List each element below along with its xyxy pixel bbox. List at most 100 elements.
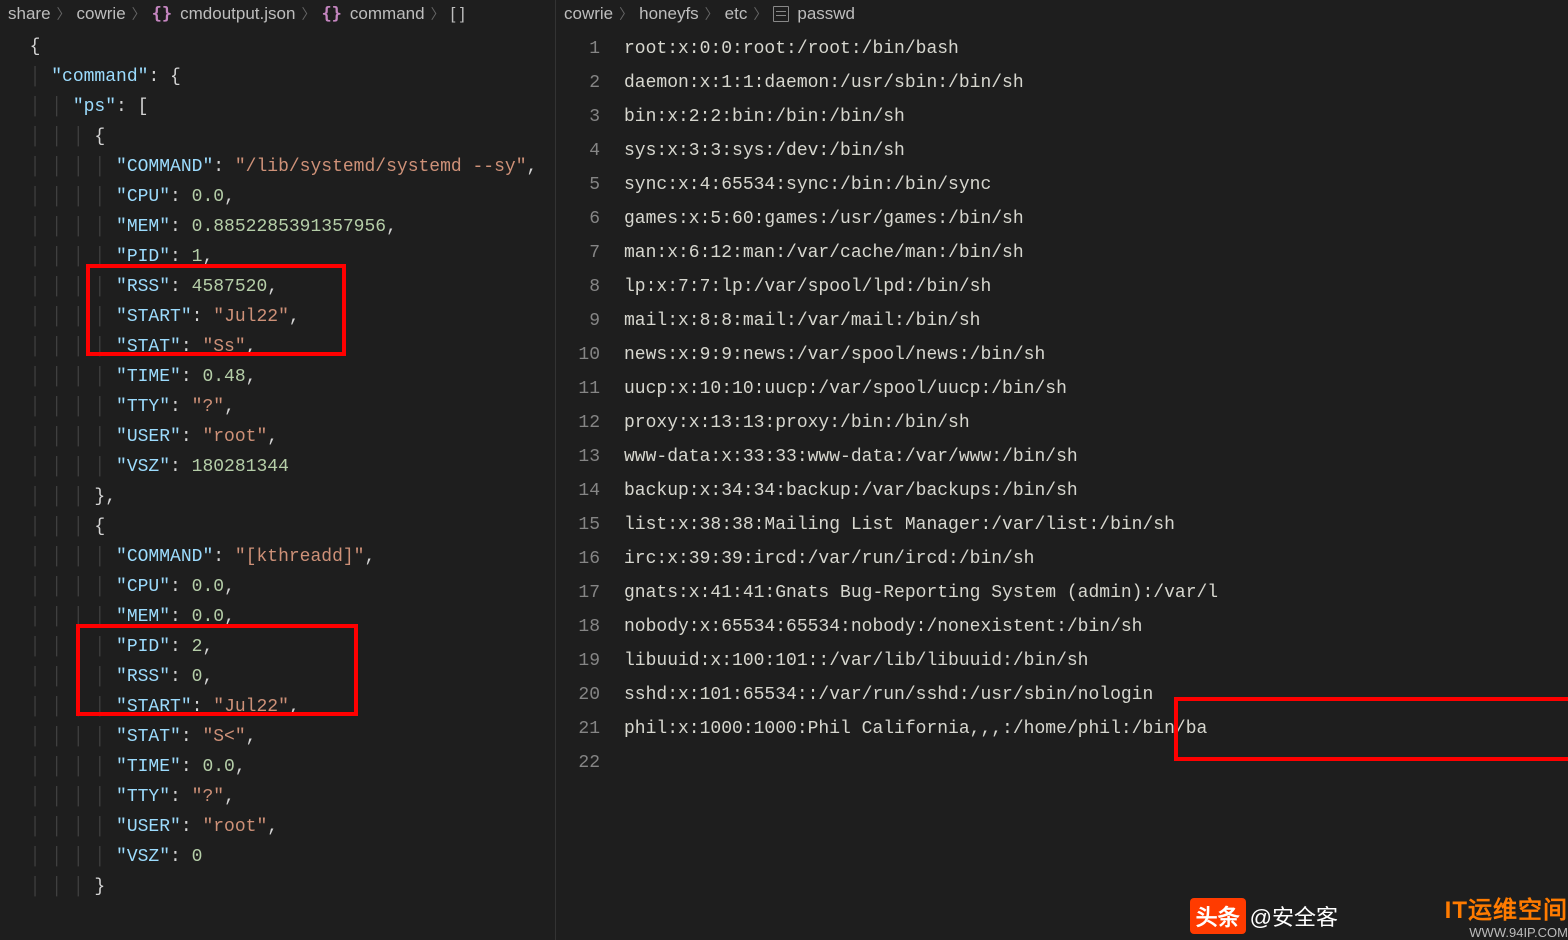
code-line[interactable]: 17gnats:x:41:41:Gnats Bug-Reporting Syst… (564, 576, 1568, 610)
code-line[interactable]: │ │ │ { (8, 512, 555, 542)
code-line[interactable]: │ │ │ │ "START": "Jul22", (8, 692, 555, 722)
breadcrumb-item-file[interactable]: cmdoutput.json (152, 4, 296, 24)
line-text: mail:x:8:8:mail:/var/mail:/bin/sh (624, 304, 1568, 338)
breadcrumb-item-file[interactable]: passwd (773, 4, 855, 24)
line-number: 14 (564, 474, 624, 508)
code-line[interactable]: │ │ │ │ "START": "Jul22", (8, 302, 555, 332)
line-number: 5 (564, 168, 624, 202)
code-line[interactable]: 4sys:x:3:3:sys:/dev:/bin/sh (564, 134, 1568, 168)
breadcrumb-item[interactable]: cowrie (77, 4, 126, 24)
code-line[interactable]: 5sync:x:4:65534:sync:/bin:/bin/sync (564, 168, 1568, 202)
code-line[interactable]: 20sshd:x:101:65534::/var/run/sshd:/usr/s… (564, 678, 1568, 712)
line-number: 16 (564, 542, 624, 576)
line-text: man:x:6:12:man:/var/cache/man:/bin/sh (624, 236, 1568, 270)
code-line[interactable]: │ │ │ │ "COMMAND": "/lib/systemd/systemd… (8, 152, 555, 182)
line-text: uucp:x:10:10:uucp:/var/spool/uucp:/bin/s… (624, 372, 1568, 406)
chevron-right-icon: 〉 (57, 4, 71, 24)
breadcrumb-item[interactable]: cowrie (564, 4, 613, 24)
code-line[interactable]: 1root:x:0:0:root:/root:/bin/bash (564, 32, 1568, 66)
line-number: 18 (564, 610, 624, 644)
line-number: 20 (564, 678, 624, 712)
code-line[interactable]: 12proxy:x:13:13:proxy:/bin:/bin/sh (564, 406, 1568, 440)
code-line[interactable]: 18nobody:x:65534:65534:nobody:/nonexiste… (564, 610, 1568, 644)
json-editor[interactable]: { │ "command": { │ │ "ps": [ │ │ │ { │ │… (0, 28, 555, 906)
code-line[interactable]: │ │ │ │ "MEM": 0.8852285391357956, (8, 212, 555, 242)
line-text: games:x:5:60:games:/usr/games:/bin/sh (624, 202, 1568, 236)
code-line[interactable]: │ │ │ │ "RSS": 0, (8, 662, 555, 692)
code-line[interactable]: 15list:x:38:38:Mailing List Manager:/var… (564, 508, 1568, 542)
line-text: sys:x:3:3:sys:/dev:/bin/sh (624, 134, 1568, 168)
watermark-site: IT运维空间 WWW.94IP.COM (1445, 890, 1568, 940)
breadcrumb-item-key[interactable]: command (321, 4, 424, 24)
code-line[interactable]: │ │ │ │ "VSZ": 0 (8, 842, 555, 872)
breadcrumb-item[interactable]: share (8, 4, 51, 24)
line-text: www-data:x:33:33:www-data:/var/www:/bin/… (624, 440, 1568, 474)
code-line[interactable]: 2daemon:x:1:1:daemon:/usr/sbin:/bin/sh (564, 66, 1568, 100)
code-line[interactable]: │ │ │ │ "TIME": 0.48, (8, 362, 555, 392)
line-text: libuuid:x:100:101::/var/lib/libuuid:/bin… (624, 644, 1568, 678)
code-line[interactable]: │ │ "ps": [ (8, 92, 555, 122)
code-line[interactable]: │ "command": { (8, 62, 555, 92)
breadcrumb-item[interactable]: etc (725, 4, 748, 24)
code-line[interactable]: │ │ │ │ "TTY": "?", (8, 782, 555, 812)
chevron-right-icon: 〉 (431, 4, 445, 24)
code-line[interactable]: { (8, 32, 555, 62)
json-icon (152, 4, 176, 24)
line-text: bin:x:2:2:bin:/bin:/bin/sh (624, 100, 1568, 134)
line-number: 11 (564, 372, 624, 406)
line-text: phil:x:1000:1000:Phil California,,,:/hom… (624, 712, 1568, 746)
breadcrumb-left[interactable]: share 〉 cowrie 〉 cmdoutput.json 〉 comman… (0, 0, 555, 28)
line-text: news:x:9:9:news:/var/spool/news:/bin/sh (624, 338, 1568, 372)
code-line[interactable]: │ │ │ │ "CPU": 0.0, (8, 572, 555, 602)
code-line[interactable]: 9mail:x:8:8:mail:/var/mail:/bin/sh (564, 304, 1568, 338)
code-line[interactable]: │ │ │ │ "RSS": 4587520, (8, 272, 555, 302)
code-line[interactable]: 14backup:x:34:34:backup:/var/backups:/bi… (564, 474, 1568, 508)
code-line[interactable]: │ │ │ │ "PID": 1, (8, 242, 555, 272)
code-line[interactable]: │ │ │ │ "PID": 2, (8, 632, 555, 662)
chevron-right-icon: 〉 (705, 4, 719, 24)
breadcrumb-right[interactable]: cowrie 〉 honeyfs 〉 etc 〉 passwd (556, 0, 1568, 28)
line-number: 15 (564, 508, 624, 542)
code-line[interactable]: │ │ │ │ "TTY": "?", (8, 392, 555, 422)
code-line[interactable]: │ │ │ │ "CPU": 0.0, (8, 182, 555, 212)
code-line[interactable]: 16irc:x:39:39:ircd:/var/run/ircd:/bin/sh (564, 542, 1568, 576)
code-line[interactable]: │ │ │ │ "USER": "root", (8, 812, 555, 842)
code-line[interactable]: │ │ │ }, (8, 482, 555, 512)
code-line[interactable]: │ │ │ │ "STAT": "S<", (8, 722, 555, 752)
line-text: daemon:x:1:1:daemon:/usr/sbin:/bin/sh (624, 66, 1568, 100)
text-editor[interactable]: 1root:x:0:0:root:/root:/bin/bash2daemon:… (556, 28, 1568, 784)
code-line[interactable]: │ │ │ │ "VSZ": 180281344 (8, 452, 555, 482)
code-line[interactable]: │ │ │ │ "TIME": 0.0, (8, 752, 555, 782)
line-number: 4 (564, 134, 624, 168)
code-line[interactable]: │ │ │ │ "MEM": 0.0, (8, 602, 555, 632)
line-text: sshd:x:101:65534::/var/run/sshd:/usr/sbi… (624, 678, 1568, 712)
code-line[interactable]: │ │ │ │ "STAT": "Ss", (8, 332, 555, 362)
code-line[interactable]: 6games:x:5:60:games:/usr/games:/bin/sh (564, 202, 1568, 236)
line-number: 22 (564, 746, 624, 780)
line-number: 21 (564, 712, 624, 746)
line-number: 1 (564, 32, 624, 66)
code-line[interactable]: 13www-data:x:33:33:www-data:/var/www:/bi… (564, 440, 1568, 474)
code-line[interactable]: 3bin:x:2:2:bin:/bin:/bin/sh (564, 100, 1568, 134)
breadcrumb-item[interactable]: honeyfs (639, 4, 699, 24)
code-line[interactable]: │ │ │ } (8, 872, 555, 902)
code-line[interactable]: │ │ │ │ "COMMAND": "[kthreadd]", (8, 542, 555, 572)
code-line[interactable]: 21phil:x:1000:1000:Phil California,,,:/h… (564, 712, 1568, 746)
chevron-right-icon: 〉 (132, 4, 146, 24)
line-text: backup:x:34:34:backup:/var/backups:/bin/… (624, 474, 1568, 508)
code-line[interactable]: 8lp:x:7:7:lp:/var/spool/lpd:/bin/sh (564, 270, 1568, 304)
breadcrumb-item-array[interactable]: [ ] (451, 4, 465, 24)
left-editor-pane: share 〉 cowrie 〉 cmdoutput.json 〉 comman… (0, 0, 556, 940)
chevron-right-icon: 〉 (753, 4, 767, 24)
line-text: sync:x:4:65534:sync:/bin:/bin/sync (624, 168, 1568, 202)
code-line[interactable]: │ │ │ │ "USER": "root", (8, 422, 555, 452)
chevron-right-icon: 〉 (301, 4, 315, 24)
code-line[interactable]: 11uucp:x:10:10:uucp:/var/spool/uucp:/bin… (564, 372, 1568, 406)
site-brand: IT运维空间 (1445, 897, 1568, 924)
code-line[interactable]: 22 (564, 746, 1568, 780)
code-line[interactable]: │ │ │ { (8, 122, 555, 152)
code-line[interactable]: 10news:x:9:9:news:/var/spool/news:/bin/s… (564, 338, 1568, 372)
right-editor-pane: cowrie 〉 honeyfs 〉 etc 〉 passwd 1root:x:… (556, 0, 1568, 940)
code-line[interactable]: 7man:x:6:12:man:/var/cache/man:/bin/sh (564, 236, 1568, 270)
code-line[interactable]: 19libuuid:x:100:101::/var/lib/libuuid:/b… (564, 644, 1568, 678)
